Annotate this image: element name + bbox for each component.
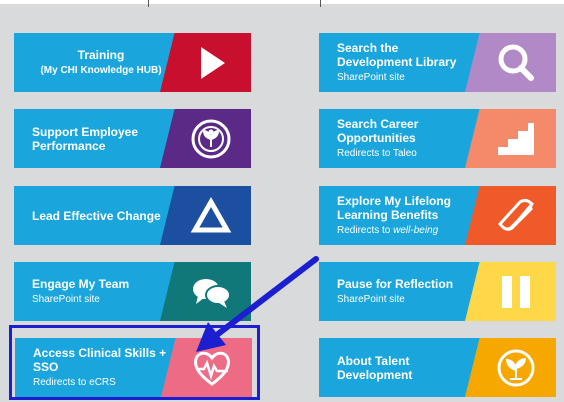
reflection-title: Pause for Reflection <box>337 277 454 291</box>
lifelong-tile[interactable]: Explore My Lifelong Learning Benefits Re… <box>319 186 556 245</box>
seedling-emblem-icon <box>191 119 230 158</box>
lifelong-title: Explore My Lifelong Learning Benefits <box>337 194 452 222</box>
chat-bubbles-icon <box>192 278 231 308</box>
highlight-box <box>9 325 260 400</box>
reflection-tile[interactable]: Pause for Reflection SharePoint site <box>319 262 556 321</box>
dev-library-tile[interactable]: Search the Development Library SharePoin… <box>319 33 556 92</box>
career-subtitle: Redirects to Taleo <box>337 148 417 159</box>
about-icon-area <box>465 338 556 397</box>
engage-team-tile[interactable]: Engage My Team SharePoint site <box>14 262 251 321</box>
training-icon-area <box>160 33 251 92</box>
top-tick-mark <box>148 0 149 7</box>
support-performance-tile[interactable]: Support Employee Performance <box>14 109 251 168</box>
career-icon-area <box>465 109 556 168</box>
top-strip <box>0 0 564 4</box>
dev-library-subtitle: SharePoint site <box>337 72 405 83</box>
pause-icon <box>501 275 530 308</box>
lead-change-tile[interactable]: Lead Effective Change <box>14 186 251 245</box>
engage-team-subtitle: SharePoint site <box>32 294 100 305</box>
stairs-icon <box>497 122 534 155</box>
magnifier-icon <box>498 44 534 81</box>
dev-library-icon-area <box>465 33 556 92</box>
engage-team-icon-area <box>160 262 251 321</box>
career-title: Search Career Opportunities <box>337 117 419 145</box>
lifelong-subtitle: Redirects to well-being <box>337 224 475 237</box>
lead-change-icon-area <box>160 186 251 245</box>
training-subtitle: (My CHI Knowledge HUB) <box>40 65 162 76</box>
top-tick-mark <box>320 0 321 7</box>
support-performance-title: Support Employee Performance <box>32 124 139 153</box>
dev-library-title: Search the Development Library <box>337 41 457 69</box>
about-tile[interactable]: About Talent Development <box>319 338 556 397</box>
support-performance-icon-area <box>160 109 251 168</box>
about-title: About Talent Development <box>337 353 413 382</box>
lifelong-icon-area <box>465 186 556 245</box>
training-title: Training <box>77 48 125 62</box>
engage-team-title: Engage My Team <box>32 277 130 291</box>
lifelong-subtitle-prefix: Redirects to <box>337 225 394 236</box>
training-tile[interactable]: Training (My CHI Knowledge HUB) <box>14 33 251 92</box>
sprout-circle-icon <box>497 349 534 386</box>
reflection-subtitle: SharePoint site <box>337 294 405 305</box>
reflection-icon-area <box>465 262 556 321</box>
lifelong-subtitle-link: well-being <box>393 225 439 236</box>
career-tile[interactable]: Search Career Opportunities Redirects to… <box>319 109 556 168</box>
triangle-icon <box>190 196 231 232</box>
lead-change-title: Lead Effective Change <box>32 208 161 223</box>
book-icon <box>497 198 534 231</box>
play-icon <box>200 46 225 79</box>
